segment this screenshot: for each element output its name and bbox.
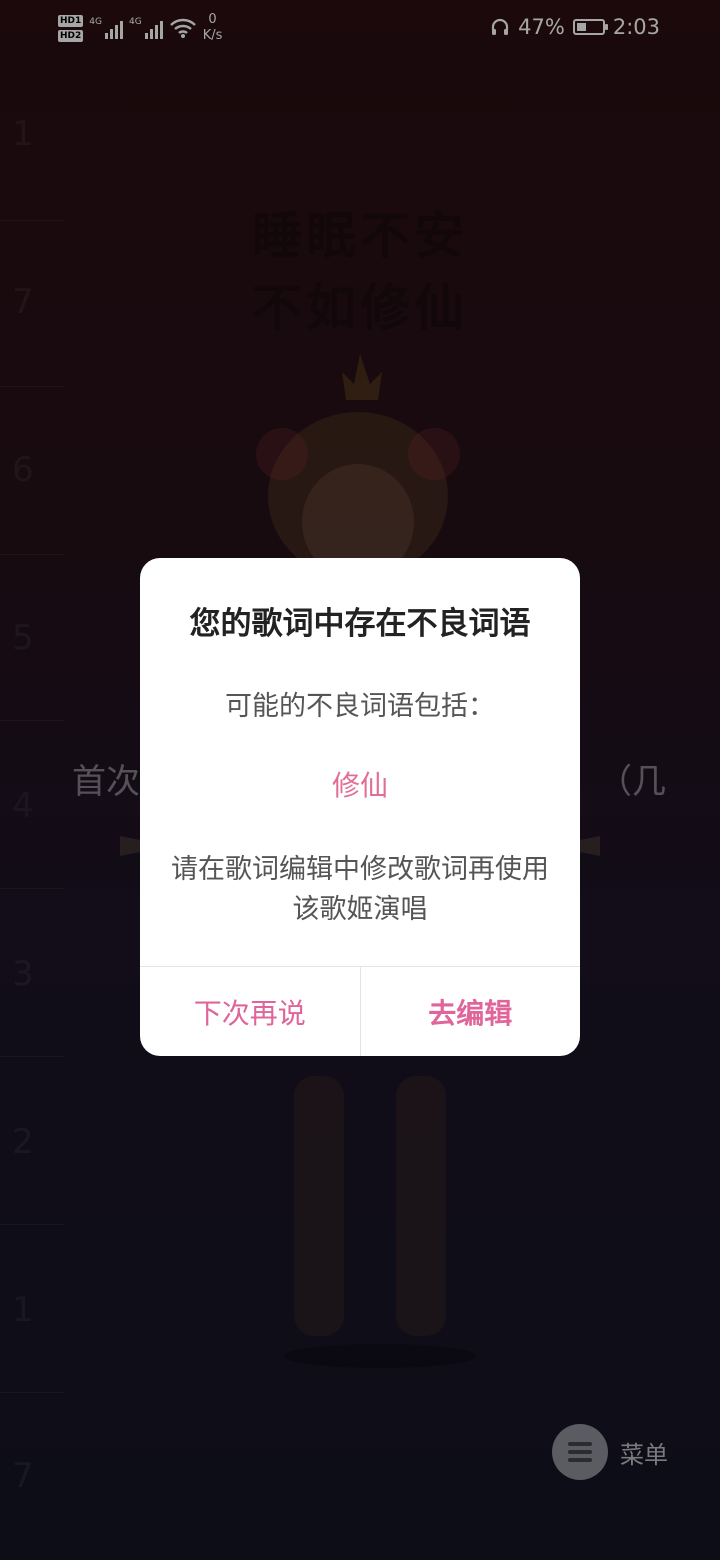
edit-button[interactable]: 去编辑 [361, 967, 581, 1056]
dialog-subtitle: 可能的不良词语包括： [225, 691, 495, 722]
dialog-message: 请在歌词编辑中修改歌词再使用该歌姬演唱 [171, 854, 549, 925]
dialog-title: 您的歌词中存在不良词语 [189, 606, 531, 642]
menu-icon[interactable] [552, 1424, 608, 1480]
flagged-word: 修仙 [331, 769, 388, 802]
menu-button[interactable]: 菜单 [552, 1424, 668, 1480]
screen: 1 7 6 5 4 3 2 1 7 睡眠不安 不如修仙 首次 （几 HD1 HD… [0, 0, 720, 1560]
menu-label: 菜单 [620, 1440, 668, 1469]
warning-dialog: 您的歌词中存在不良词语 可能的不良词语包括： 修仙 请在歌词编辑中修改歌词再使用… [140, 558, 580, 1056]
dialog-actions: 下次再说 去编辑 [140, 966, 580, 1056]
cancel-button[interactable]: 下次再说 [140, 967, 360, 1056]
